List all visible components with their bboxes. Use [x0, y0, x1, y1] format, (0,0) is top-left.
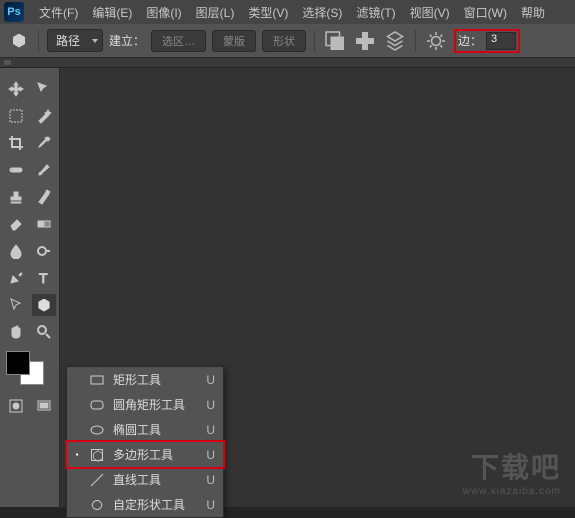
flyout-rectangle-tool[interactable]: 矩形工具 U — [67, 367, 223, 392]
flyout-custom-shape-tool[interactable]: 自定形状工具 U — [67, 492, 223, 517]
zoom-tool[interactable] — [32, 321, 56, 343]
custom-shape-icon — [89, 497, 105, 513]
menu-window[interactable]: 窗口(W) — [457, 4, 514, 21]
divider — [314, 30, 315, 52]
history-brush-tool[interactable] — [32, 186, 56, 208]
watermark: 下载吧 www.xiazaiba.com — [463, 446, 561, 497]
polygon-icon — [8, 30, 30, 52]
tab-well — [0, 58, 575, 68]
menu-type[interactable]: 类型(V) — [241, 4, 295, 21]
menu-layer[interactable]: 图层(L) — [189, 4, 242, 21]
shape-tool-flyout: 矩形工具 U 圆角矩形工具 U 椭圆工具 U ▪ 多边形工具 U 直线工具 U — [66, 366, 224, 518]
menu-image[interactable]: 图像(I) — [139, 4, 188, 21]
blur-tool[interactable] — [4, 240, 28, 262]
eyedropper-tool[interactable] — [32, 132, 56, 154]
stamp-tool[interactable] — [4, 186, 28, 208]
build-label: 建立： — [109, 32, 145, 49]
foreground-color[interactable] — [6, 351, 30, 375]
menu-select[interactable]: 选择(S) — [295, 4, 349, 21]
flyout-item-label: 椭圆工具 — [113, 421, 198, 438]
options-bar: 路径 建立： 选区… 蒙版 形状 边： 3 — [0, 24, 575, 58]
menu-edit[interactable]: 编辑(E) — [85, 4, 139, 21]
flyout-item-label: 多边形工具 — [113, 446, 198, 463]
path-selection-tool[interactable] — [4, 294, 28, 316]
ellipse-icon — [89, 422, 105, 438]
healing-brush-tool[interactable] — [4, 159, 28, 181]
path-alignment-icon[interactable] — [353, 30, 377, 52]
check-icon: ▪ — [73, 450, 81, 459]
menu-file[interactable]: 文件(F) — [32, 4, 85, 21]
flyout-item-shortcut: U — [206, 398, 215, 412]
app-logo: Ps — [4, 2, 24, 22]
hand-tool[interactable] — [4, 321, 28, 343]
flyout-item-shortcut: U — [206, 373, 215, 387]
artboard-tool[interactable] — [32, 78, 56, 100]
pen-tool[interactable] — [4, 267, 28, 289]
sides-label: 边： — [458, 32, 482, 49]
magic-wand-tool[interactable] — [32, 105, 56, 127]
flyout-polygon-tool[interactable]: ▪ 多边形工具 U — [65, 440, 225, 469]
rectangle-icon — [89, 372, 105, 388]
flyout-item-shortcut: U — [206, 473, 215, 487]
path-operations-icon[interactable] — [323, 30, 347, 52]
brush-tool[interactable] — [32, 159, 56, 181]
divider — [415, 30, 416, 52]
flyout-item-label: 圆角矩形工具 — [113, 396, 198, 413]
path-arrangement-icon[interactable] — [383, 30, 407, 52]
gradient-tool[interactable] — [32, 213, 56, 235]
screen-mode-tool[interactable] — [32, 395, 56, 417]
flyout-ellipse-tool[interactable]: 椭圆工具 U — [67, 417, 223, 442]
rounded-rectangle-icon — [89, 397, 105, 413]
workspace: T 矩形工具 U — [0, 68, 575, 507]
flyout-item-shortcut: U — [206, 448, 215, 462]
flyout-item-shortcut: U — [206, 498, 215, 512]
mode-dropdown[interactable]: 路径 — [47, 29, 103, 52]
shape-tool[interactable] — [32, 294, 56, 316]
menubar: Ps 文件(F) 编辑(E) 图像(I) 图层(L) 类型(V) 选择(S) 滤… — [0, 0, 575, 24]
marquee-tool[interactable] — [4, 105, 28, 127]
svg-text:T: T — [39, 270, 48, 286]
line-icon — [89, 472, 105, 488]
flyout-item-label: 矩形工具 — [113, 371, 198, 388]
polygon-icon — [89, 447, 105, 463]
move-tool[interactable] — [4, 78, 28, 100]
eraser-tool[interactable] — [4, 213, 28, 235]
sides-input[interactable]: 3 — [486, 32, 516, 50]
flyout-item-label: 自定形状工具 — [113, 496, 198, 513]
menu-view[interactable]: 视图(V) — [403, 4, 457, 21]
tools-panel: T — [0, 68, 60, 507]
flyout-rounded-rectangle-tool[interactable]: 圆角矩形工具 U — [67, 392, 223, 417]
color-swatches[interactable] — [6, 351, 46, 387]
crop-tool[interactable] — [4, 132, 28, 154]
flyout-line-tool[interactable]: 直线工具 U — [67, 467, 223, 492]
menu-filter[interactable]: 滤镜(T) — [349, 4, 402, 21]
make-shape-button[interactable]: 形状 — [262, 30, 306, 52]
menu-help[interactable]: 帮助 — [514, 4, 552, 21]
type-tool[interactable]: T — [32, 267, 56, 289]
make-selection-button[interactable]: 选区… — [151, 30, 206, 52]
divider — [38, 30, 39, 52]
sides-field-highlight: 边： 3 — [454, 29, 520, 53]
watermark-url: www.xiazaiba.com — [463, 486, 561, 497]
quick-mask-tool[interactable] — [4, 395, 28, 417]
flyout-item-shortcut: U — [206, 423, 215, 437]
watermark-text: 下载吧 — [463, 446, 561, 486]
make-mask-button[interactable]: 蒙版 — [212, 30, 256, 52]
flyout-item-label: 直线工具 — [113, 471, 198, 488]
gear-icon[interactable] — [424, 30, 448, 52]
dodge-tool[interactable] — [32, 240, 56, 262]
